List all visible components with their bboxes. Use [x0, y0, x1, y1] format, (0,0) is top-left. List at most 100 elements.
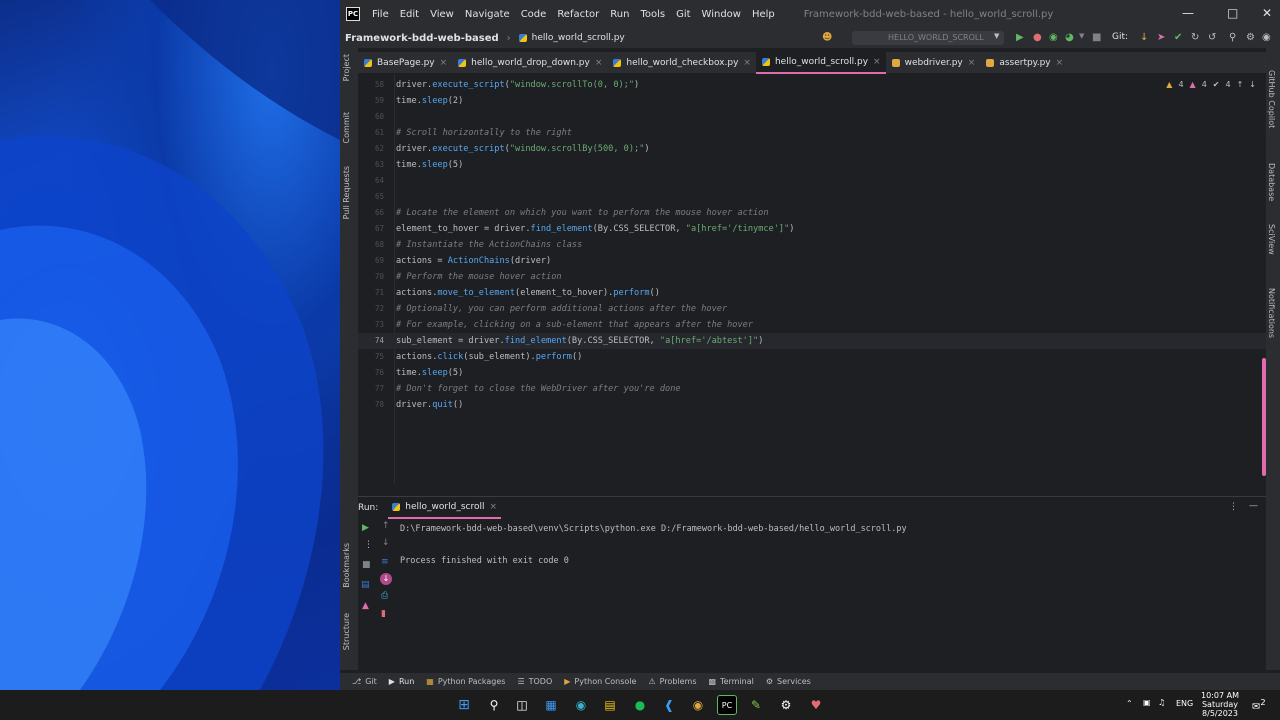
- pycharm-taskbar-icon[interactable]: PC: [717, 695, 737, 715]
- search-icon[interactable]: ⚲: [1229, 32, 1236, 43]
- widgets-icon[interactable]: ▦: [541, 695, 561, 715]
- app-icon[interactable]: ♥: [806, 695, 826, 715]
- chevron-down-icon[interactable]: ↓: [1249, 80, 1256, 89]
- rerun-icon[interactable]: ▶: [362, 523, 369, 533]
- stop-icon[interactable]: ■: [362, 560, 371, 570]
- coverage-icon[interactable]: ◉: [1049, 32, 1058, 43]
- code-line[interactable]: 76 time.sleep(5): [358, 365, 1266, 381]
- ide-logo-icon[interactable]: ◉: [1262, 32, 1271, 43]
- tool-github-copilot[interactable]: GitHub Copilot: [1267, 70, 1276, 128]
- speaker-icon[interactable]: ♫: [1158, 698, 1165, 707]
- menu-help[interactable]: Help: [752, 9, 775, 20]
- code-line[interactable]: 59 time.sleep(2): [358, 93, 1266, 109]
- code-line[interactable]: 74 sub_element = driver.find_element(By.C…: [358, 333, 1266, 349]
- close-icon[interactable]: ×: [595, 58, 603, 68]
- tool-sciview[interactable]: SciView: [1267, 224, 1276, 255]
- bottom-tab-git[interactable]: ⎇ Git: [352, 677, 377, 686]
- settings-icon[interactable]: ⚙: [776, 695, 796, 715]
- task-view-icon[interactable]: ◫: [512, 695, 532, 715]
- menu-refactor[interactable]: Refactor: [557, 9, 599, 20]
- tool-pull-requests[interactable]: Pull Requests: [342, 166, 351, 219]
- user-icon[interactable]: ☻: [822, 32, 832, 43]
- close-icon[interactable]: ×: [968, 58, 976, 68]
- code-line[interactable]: 64: [358, 173, 1266, 189]
- history-icon[interactable]: ↻: [1191, 32, 1199, 43]
- tool-database[interactable]: Database: [1267, 163, 1276, 201]
- pin-icon[interactable]: ▲: [362, 601, 369, 611]
- code-line[interactable]: 67 element_to_hover = driver.find_element…: [358, 221, 1266, 237]
- code-line[interactable]: 72 # Optionally, you can perform addition…: [358, 301, 1266, 317]
- debug-icon[interactable]: ●: [1033, 32, 1042, 43]
- print-icon[interactable]: ⎙: [381, 591, 388, 601]
- layout-icon[interactable]: ▤: [361, 580, 370, 590]
- code-line[interactable]: 60: [358, 109, 1266, 125]
- code-line[interactable]: 62 driver.execute_script("window.scrollBy…: [358, 141, 1266, 157]
- code-line[interactable]: 68 # Instantiate the ActionChains class: [358, 237, 1266, 253]
- tab-hello-world-drop-down[interactable]: hello_world_drop_down.py ×: [452, 52, 607, 74]
- spotify-icon[interactable]: ●: [630, 695, 650, 715]
- breadcrumb-project[interactable]: Framework-bdd-web-based: [345, 33, 499, 44]
- git-commit-icon[interactable]: ✔: [1174, 32, 1182, 43]
- windows-start-icon[interactable]: ⊞: [454, 695, 474, 715]
- settings-icon[interactable]: ⚙: [1246, 32, 1255, 43]
- git-update-icon[interactable]: ↓: [1140, 32, 1148, 43]
- run-config-select[interactable]: HELLO_WORLD_SCROLL: [852, 31, 1004, 45]
- rollback-icon[interactable]: ↺: [1208, 32, 1216, 43]
- code-line[interactable]: 69 actions = ActionChains(driver): [358, 253, 1266, 269]
- network-icon[interactable]: ▣: [1143, 698, 1151, 707]
- tab-assertpy[interactable]: assertpy.py ×: [980, 52, 1068, 74]
- menu-tools[interactable]: Tools: [640, 9, 665, 20]
- code-line[interactable]: 73 # For example, clicking on a sub-eleme…: [358, 317, 1266, 333]
- code-line[interactable]: 61 # Scroll horizontally to the right: [358, 125, 1266, 141]
- code-line[interactable]: 58 driver.execute_script("window.scrollTo…: [358, 77, 1266, 93]
- menu-code[interactable]: Code: [521, 9, 547, 20]
- tool-structure[interactable]: Structure: [342, 613, 351, 650]
- tab-basepage[interactable]: BasePage.py ×: [358, 52, 452, 74]
- trash-icon[interactable]: ▮: [381, 609, 386, 619]
- bottom-tab-python-console[interactable]: ▶ Python Console: [564, 677, 636, 686]
- search-icon[interactable]: ⚲: [484, 695, 504, 715]
- code-line[interactable]: 71 actions.move_to_element(element_to_hov…: [358, 285, 1266, 301]
- more-run-chevron-icon[interactable]: ▼: [1079, 32, 1084, 40]
- maximize-icon[interactable]: □: [1227, 6, 1238, 20]
- close-icon[interactable]: ×: [440, 58, 448, 68]
- file-explorer-icon[interactable]: ▤: [600, 695, 620, 715]
- code-line[interactable]: 70 # Perform the mouse hover action: [358, 269, 1266, 285]
- inspection-widget[interactable]: ▲ 4 ▲ 4 ✔ 4 ↑ ↓: [1166, 80, 1256, 89]
- menu-edit[interactable]: Edit: [400, 9, 419, 20]
- tool-project[interactable]: Project: [342, 54, 351, 81]
- language-indicator[interactable]: ENG: [1176, 699, 1193, 708]
- menu-window[interactable]: Window: [702, 9, 741, 20]
- code-line[interactable]: 75 actions.click(sub_element).perform(): [358, 349, 1266, 365]
- chevron-up-icon[interactable]: ⌃: [1126, 699, 1133, 708]
- menu-git[interactable]: Git: [676, 9, 690, 20]
- clock[interactable]: 10:07 AM Saturday 8/5/2023: [1200, 691, 1240, 718]
- run-tab[interactable]: hello_world_scroll ×: [388, 497, 502, 519]
- close-icon[interactable]: ×: [1056, 58, 1064, 68]
- vscode-icon[interactable]: ❰: [659, 695, 679, 715]
- menu-run[interactable]: Run: [610, 9, 629, 20]
- notification-icon[interactable]: ✉2: [1252, 697, 1266, 712]
- console-output[interactable]: D:\Framework-bdd-web-based\venv\Scripts\…: [400, 521, 907, 569]
- profile-icon[interactable]: ◕: [1065, 32, 1074, 43]
- bottom-tab-run[interactable]: ▶ Run: [389, 677, 415, 686]
- up-arrow-icon[interactable]: ↑: [382, 521, 390, 531]
- menu-navigate[interactable]: Navigate: [465, 9, 510, 20]
- soft-wrap-icon[interactable]: ≡: [381, 557, 389, 567]
- code-editor[interactable]: 58 driver.execute_script("window.scrollTo…: [358, 74, 1266, 484]
- code-line[interactable]: 77 # Don't forget to close the WebDriver …: [358, 381, 1266, 397]
- chevron-up-icon[interactable]: ↑: [1237, 80, 1244, 89]
- bottom-tab-python-packages[interactable]: ▦ Python Packages: [426, 677, 505, 686]
- git-push-icon[interactable]: ➤: [1157, 32, 1165, 43]
- bottom-tab-todo[interactable]: ☰ TODO: [517, 677, 552, 686]
- code-line[interactable]: 65: [358, 189, 1266, 205]
- tool-notifications[interactable]: Notifications: [1267, 288, 1276, 338]
- bottom-tab-terminal[interactable]: ▩ Terminal: [709, 677, 754, 686]
- edge-icon[interactable]: ◉: [571, 695, 591, 715]
- close-icon[interactable]: ×: [489, 502, 497, 512]
- run-icon[interactable]: ▶: [1016, 32, 1024, 43]
- breadcrumb-file[interactable]: hello_world_scroll.py: [518, 29, 625, 47]
- down-arrow-icon[interactable]: ↓: [382, 538, 390, 548]
- minimize-panel-icon[interactable]: —: [1249, 501, 1258, 511]
- chrome-icon[interactable]: ◉: [688, 695, 708, 715]
